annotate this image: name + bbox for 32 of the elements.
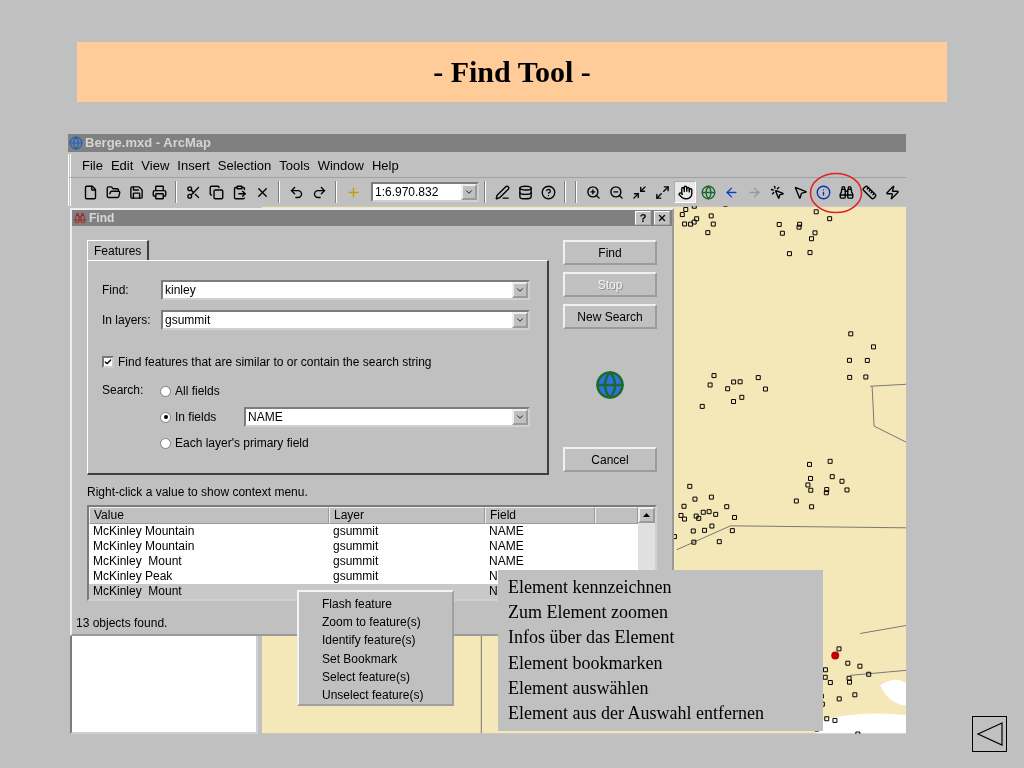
field-cell-text: N [488, 569, 499, 584]
field-label: Find: [102, 283, 130, 297]
radio-label: Each layer's primary field [175, 436, 309, 450]
field-cell-text: NAME [488, 554, 525, 569]
slide-title: - Find Tool - [433, 55, 591, 89]
hint-text: Right-click a value to show context menu. [87, 485, 309, 499]
radio-label: In fields [175, 410, 217, 424]
callout-line: Element kennzeichnen [508, 576, 673, 599]
value-cell-text: McKinley Mount [92, 584, 183, 599]
status-text: 13 objects found. [76, 616, 168, 630]
layer-cell-text: gsummit [332, 539, 380, 554]
layer-cell-text: gsummit [332, 569, 380, 584]
callout-line: Zum Element zoomen [508, 601, 669, 625]
value-cell-text: McKinley Peak [92, 569, 174, 584]
layer-cell-text: gsummit [332, 554, 380, 569]
callout-line: Element bookmarken [508, 651, 664, 675]
dialog-title: Find [89, 211, 116, 225]
field-cell-text: N [488, 584, 499, 599]
callout-line: Element auswählen [508, 676, 650, 700]
value-cell-text: McKinley Mountain [92, 524, 196, 539]
radio-label: All fields [175, 384, 220, 398]
field-cell-text: NAME [488, 524, 525, 539]
value-cell-text: McKinley Mountain [92, 539, 196, 554]
layer-cell-text: gsummit [332, 524, 380, 539]
field-cell-text: NAME [488, 539, 525, 554]
checkbox-label: Find features that are similar to or contain the search string [118, 355, 432, 369]
search-label: Search: [102, 382, 145, 399]
value-cell-text: McKinley Mount [92, 554, 183, 569]
callout-line: Element aus der Auswahl entfernen [508, 702, 765, 725]
field-label: In layers: [102, 313, 152, 327]
window-title: Berge.mxd - ArcMap [85, 135, 211, 151]
callout-line: Infos über das Element [508, 626, 676, 650]
